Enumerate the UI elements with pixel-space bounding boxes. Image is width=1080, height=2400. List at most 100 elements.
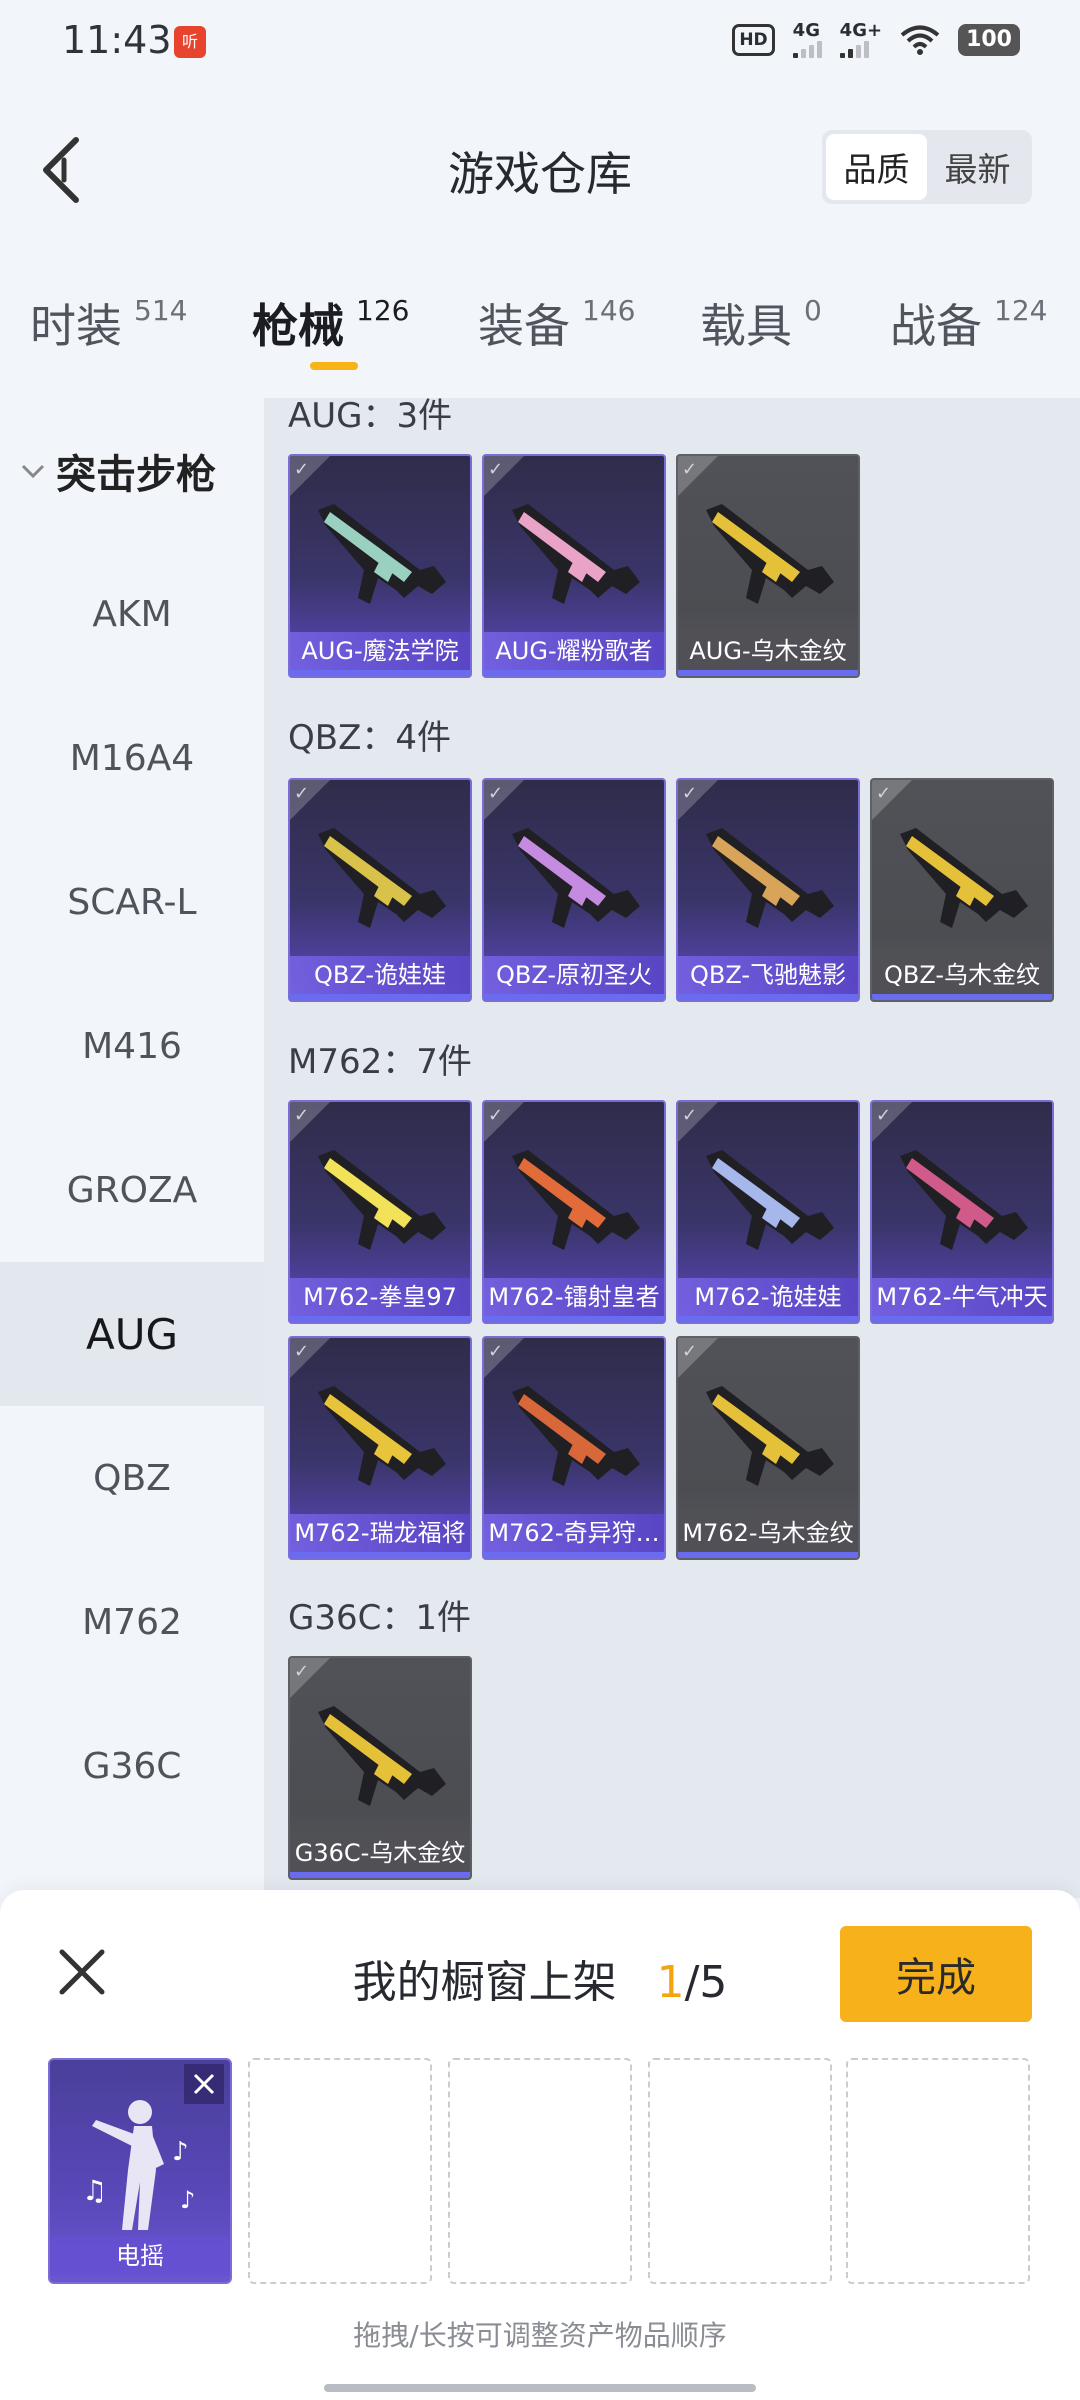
showcase-count-total: /5	[684, 1957, 728, 2008]
rarity-bar	[678, 1552, 858, 1558]
rarity-bar	[290, 670, 470, 676]
skin-card[interactable]: ✓ M762-瑞龙福将	[288, 1336, 472, 1560]
sidebar-item-m16a4[interactable]: M16A4	[0, 686, 264, 830]
sidebar-item-akm[interactable]: AKM	[0, 542, 264, 686]
tab-supplies[interactable]: 战备 124	[890, 290, 1047, 356]
net-label-2: 4G+	[839, 20, 883, 41]
sidebar-item-m416[interactable]: M416	[0, 974, 264, 1118]
active-tab-underline	[310, 362, 358, 370]
skin-card[interactable]: ✓ QBZ-诡娃娃	[288, 778, 472, 1002]
weapon-skin-grid: AUG：3件 QBZ：4件 M762：7件 G36C：1件 ✓ AUG-魔法学院 ✓…	[264, 398, 1080, 1898]
skin-card[interactable]: ✓ QBZ-乌木金纹	[870, 778, 1054, 1002]
tab-label: 战备	[890, 299, 982, 353]
check-icon: ✓	[488, 1341, 504, 1362]
section-title-aug: AUG：3件	[288, 398, 453, 436]
remove-slot-icon[interactable]	[184, 2064, 224, 2104]
showcase-slot-1[interactable]: ♪ ♫ ♪ 电摇	[48, 2058, 232, 2284]
check-icon: ✓	[294, 1105, 310, 1126]
tab-label: 载具	[700, 299, 792, 353]
check-icon: ✓	[488, 459, 504, 480]
skin-card[interactable]: ✓ AUG-乌木金纹	[676, 454, 860, 678]
sidebar-item-aug[interactable]: AUG	[0, 1262, 264, 1406]
skin-card[interactable]: ✓ M762-拳皇97	[288, 1100, 472, 1324]
sidebar-item-scar-l[interactable]: SCAR-L	[0, 830, 264, 974]
skin-name: AUG-耀粉歌者	[484, 632, 664, 670]
sort-newest-button[interactable]: 最新	[927, 134, 1028, 200]
skin-name: QBZ-飞驰魅影	[678, 956, 858, 994]
skin-card[interactable]: ✓ QBZ-飞驰魅影	[676, 778, 860, 1002]
check-icon: ✓	[488, 1105, 504, 1126]
battery-icon: 100	[958, 24, 1020, 56]
sidebar-group-assault-rifle[interactable]: 突击步枪	[20, 442, 216, 500]
sidebar-item-groza[interactable]: GROZA	[0, 1118, 264, 1262]
sort-quality-button[interactable]: 品质	[826, 134, 927, 200]
skin-card[interactable]: ✓ AUG-耀粉歌者	[482, 454, 666, 678]
tab-label: 装备	[478, 299, 570, 353]
showcase-count-current: 1	[656, 1957, 685, 2008]
rifle-icon	[900, 1150, 1028, 1250]
done-button[interactable]: 完成	[840, 1926, 1032, 2022]
rifle-icon	[318, 1386, 446, 1486]
sidebar-item-qbz[interactable]: QBZ	[0, 1406, 264, 1550]
rifle-icon	[900, 828, 1028, 928]
showcase-slot-5[interactable]	[846, 2058, 1030, 2284]
sidebar-item-g36c[interactable]: G36C	[0, 1694, 264, 1838]
wifi-icon	[900, 25, 940, 55]
check-icon: ✓	[876, 1105, 892, 1126]
showcase-slot-2[interactable]	[248, 2058, 432, 2284]
net-label-1: 4G	[792, 20, 820, 41]
rifle-icon	[512, 1386, 640, 1486]
rarity-bar	[678, 1316, 858, 1322]
skin-name: G36C-乌木金纹	[290, 1834, 470, 1872]
rifle-icon	[706, 1150, 834, 1250]
skin-name: M762-瑞龙福将	[290, 1514, 470, 1552]
skin-card[interactable]: ✓ M762-诡娃娃	[676, 1100, 860, 1324]
signal-4g-icon: 4G	[792, 20, 822, 58]
skin-name: M762-乌木金纹	[678, 1514, 858, 1552]
skin-card[interactable]: ✓ AUG-魔法学院	[288, 454, 472, 678]
rarity-bar	[484, 670, 664, 676]
skin-card[interactable]: ✓ M762-奇异狩…	[482, 1336, 666, 1560]
rarity-bar	[484, 1552, 664, 1558]
section-title-g36c: G36C：1件	[288, 1598, 471, 1638]
check-icon: ✓	[294, 1661, 310, 1682]
sidebar-item-m762[interactable]: M762	[0, 1550, 264, 1694]
skin-name: M762-诡娃娃	[678, 1278, 858, 1316]
tab-fashion[interactable]: 时装 514	[30, 290, 187, 356]
rarity-bar	[290, 994, 470, 1000]
tab-count: 126	[356, 294, 410, 327]
skin-name: QBZ-原初圣火	[484, 956, 664, 994]
tab-label: 枪械	[252, 299, 344, 353]
section-title-qbz: QBZ：4件	[288, 718, 452, 758]
tab-count: 124	[994, 294, 1048, 327]
tab-guns[interactable]: 枪械 126	[252, 290, 409, 356]
rifle-icon	[318, 1150, 446, 1250]
rifle-icon	[512, 1150, 640, 1250]
check-icon: ✓	[876, 783, 892, 804]
notification-app-icon: 听	[174, 26, 206, 58]
tab-vehicles[interactable]: 载具 0	[700, 290, 822, 356]
skin-card[interactable]: ✓ M762-镭射皇者	[482, 1100, 666, 1324]
signal-4g-plus-icon: 4G+	[839, 20, 883, 58]
home-indicator[interactable]	[324, 2384, 756, 2392]
check-icon: ✓	[682, 1105, 698, 1126]
skin-card[interactable]: ✓ G36C-乌木金纹	[288, 1656, 472, 1880]
tab-count: 0	[804, 294, 822, 327]
chevron-down-icon	[21, 464, 45, 479]
check-icon: ✓	[682, 1341, 698, 1362]
dance-emote-icon: ♪ ♫ ♪	[82, 2100, 195, 2230]
slot-item-name: 电摇	[50, 2236, 230, 2276]
skin-name: AUG-魔法学院	[290, 632, 470, 670]
rarity-bar	[290, 1316, 470, 1322]
rifle-icon	[512, 504, 640, 604]
skin-card[interactable]: ✓ M762-牛气冲天	[870, 1100, 1054, 1324]
showcase-slot-3[interactable]	[448, 2058, 632, 2284]
tab-equipment[interactable]: 装备 146	[478, 290, 635, 356]
showcase-slot-4[interactable]	[648, 2058, 832, 2284]
skin-card[interactable]: ✓ M762-乌木金纹	[676, 1336, 860, 1560]
rifle-icon	[706, 1386, 834, 1486]
check-icon: ✓	[682, 783, 698, 804]
skin-card[interactable]: ✓ QBZ-原初圣火	[482, 778, 666, 1002]
status-bar: 11:43 听 HD 4G 4G+ 100	[0, 0, 1080, 84]
svg-text:♫: ♫	[82, 2174, 107, 2207]
